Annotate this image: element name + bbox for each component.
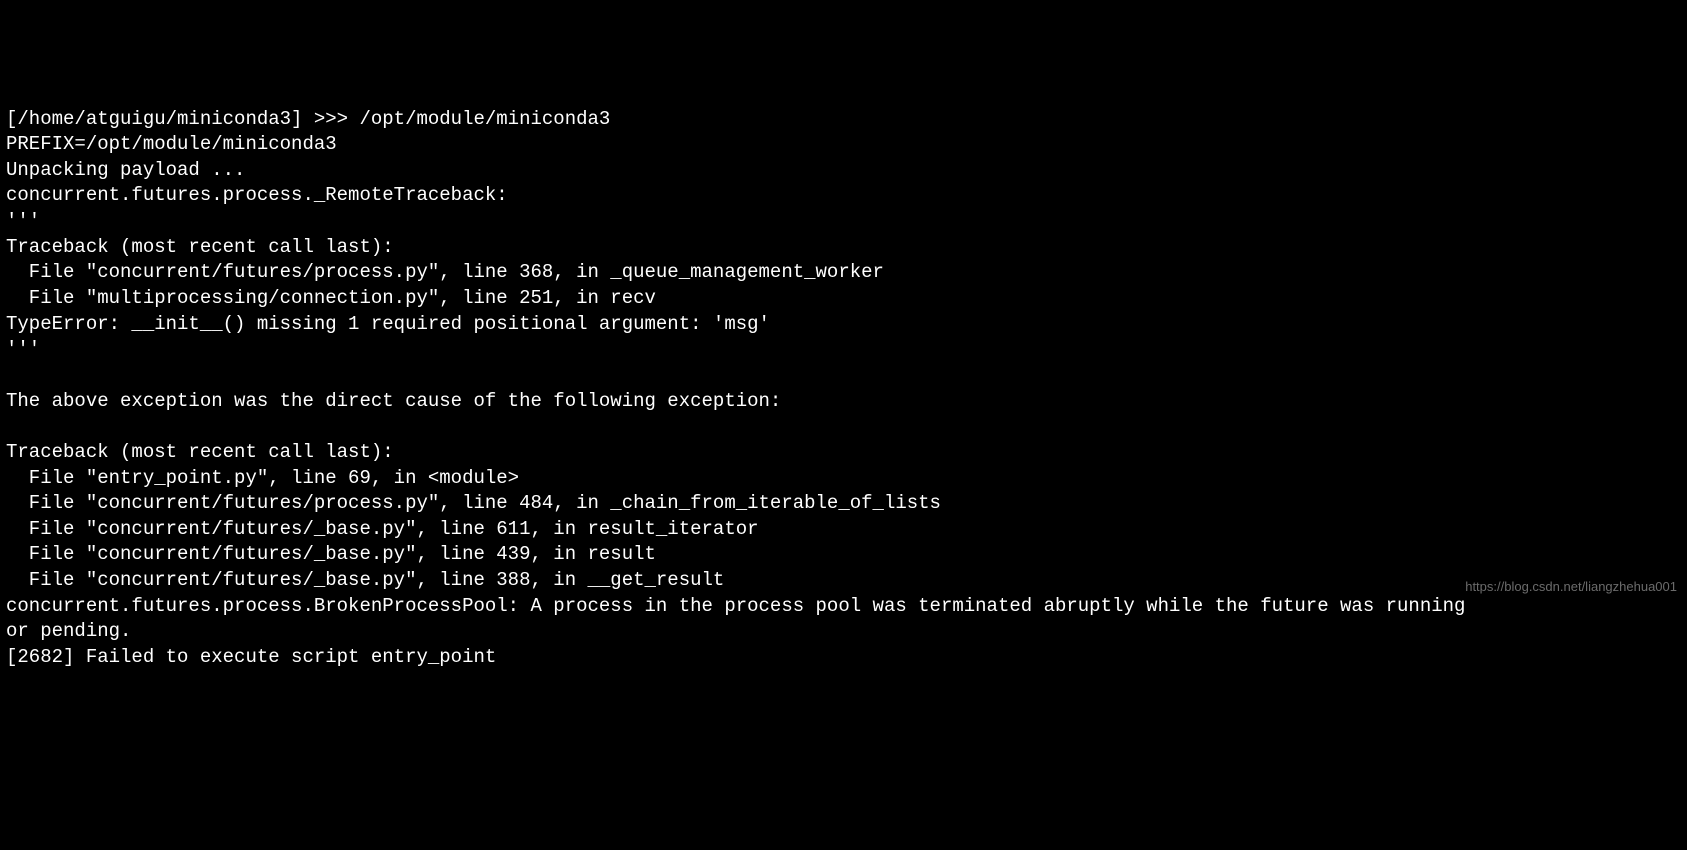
terminal-line: File "concurrent/futures/_base.py", line…: [6, 542, 1681, 568]
terminal-line: The above exception was the direct cause…: [6, 389, 1681, 415]
terminal-line: ''': [6, 209, 1681, 235]
terminal-line: [/home/atguigu/miniconda3] >>> /opt/modu…: [6, 107, 1681, 133]
terminal-line: File "concurrent/futures/_base.py", line…: [6, 517, 1681, 543]
terminal-line: ''': [6, 337, 1681, 363]
terminal-line: File "concurrent/futures/process.py", li…: [6, 260, 1681, 286]
terminal-line: File "concurrent/futures/_base.py", line…: [6, 568, 1681, 594]
terminal-line: File "concurrent/futures/process.py", li…: [6, 491, 1681, 517]
terminal-line: File "multiprocessing/connection.py", li…: [6, 286, 1681, 312]
terminal-line: [2682] Failed to execute script entry_po…: [6, 645, 1681, 671]
terminal-line: Traceback (most recent call last):: [6, 440, 1681, 466]
terminal-line: Traceback (most recent call last):: [6, 235, 1681, 261]
watermark-text: https://blog.csdn.net/liangzhehua001: [1465, 578, 1677, 596]
terminal-line: Unpacking payload ...: [6, 158, 1681, 184]
terminal-line: PREFIX=/opt/module/miniconda3: [6, 132, 1681, 158]
terminal-line: [6, 363, 1681, 389]
terminal-line: or pending.: [6, 619, 1681, 645]
terminal-line: [6, 414, 1681, 440]
terminal-line: File "entry_point.py", line 69, in <modu…: [6, 466, 1681, 492]
terminal-line: TypeError: __init__() missing 1 required…: [6, 312, 1681, 338]
terminal-output[interactable]: [/home/atguigu/miniconda3] >>> /opt/modu…: [6, 107, 1681, 671]
terminal-line: concurrent.futures.process._RemoteTraceb…: [6, 183, 1681, 209]
